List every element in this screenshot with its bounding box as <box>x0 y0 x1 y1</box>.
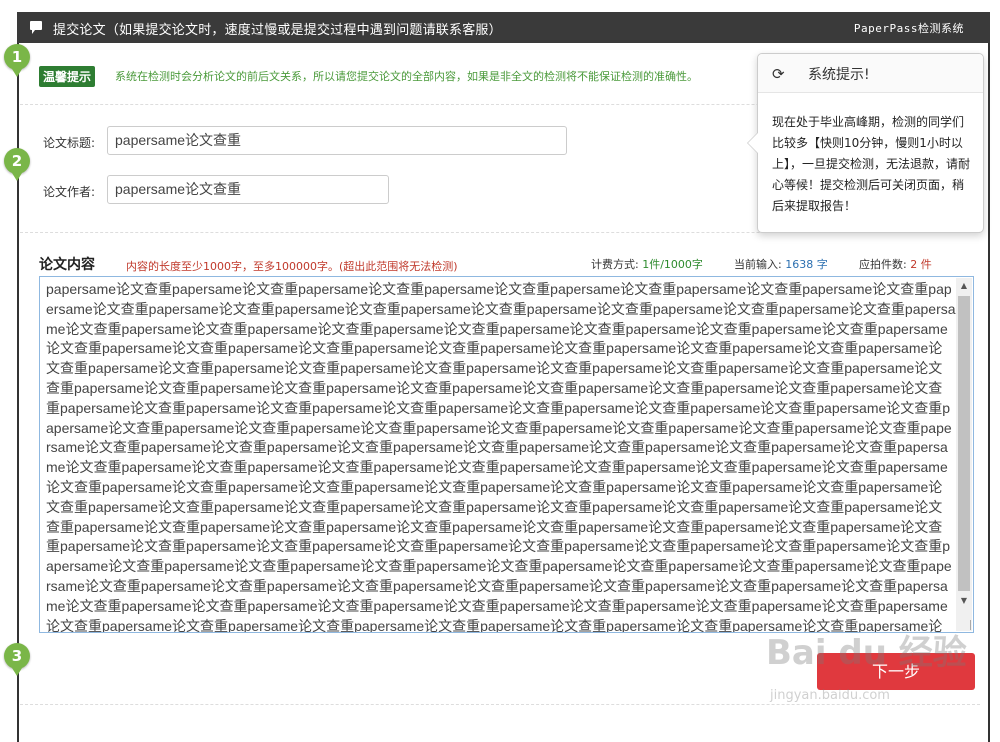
piece-count-stat: 应拍件数: 2 件 <box>859 256 932 272</box>
popover-header: ⟳ 系统提示! <box>758 54 983 93</box>
scroll-thumb[interactable] <box>958 296 970 591</box>
textarea-scrollbar[interactable]: ▲ ▼ <box>956 278 972 631</box>
count-label: 应拍件数: <box>859 258 907 271</box>
author-input[interactable]: papersame论文查重 <box>107 175 389 204</box>
current-input-stat: 当前输入: 1638 字 <box>734 256 828 272</box>
popover-title: 系统提示! <box>808 67 870 83</box>
tip-badge: 温馨提示 <box>39 66 96 87</box>
divider <box>20 704 980 705</box>
content-label: 论文内容 <box>39 257 95 273</box>
tip-text: 系统在检测时会分析论文的前后文关系，所以请您提交论文的全部内容，如果是非全文的检… <box>115 70 698 83</box>
content-length-note: 内容的长度至少1000字，至多100000字。(超出此范围将无法检测) <box>126 260 458 273</box>
current-value: 1638 字 <box>785 258 828 271</box>
billing-value: 1件/1000字 <box>642 258 703 271</box>
popover-arrow <box>747 132 758 154</box>
step-2-badge: 2 <box>4 148 30 181</box>
popover-body: 现在处于毕业高峰期，检测的同学们比较多【快则10分钟，慢则1小时以上】，一旦提交… <box>772 115 971 213</box>
header-title: 提交论文（如果提交论文时，速度过慢或是提交过程中遇到问题请联系客服） <box>53 23 502 38</box>
system-tip-popover: ⟳ 系统提示! 现在处于毕业高峰期，检测的同学们比较多【快则10分钟，慢则1小时… <box>747 53 984 233</box>
count-value: 2 件 <box>910 258 932 271</box>
billing-stat: 计费方式: 1件/1000字 <box>591 256 703 272</box>
current-label: 当前输入: <box>734 258 782 271</box>
page-header: 提交论文（如果提交论文时，速度过慢或是提交过程中遇到问题请联系客服） Paper… <box>17 12 990 43</box>
watermark-url: jingyan.baidu.com <box>770 688 890 703</box>
billing-label: 计费方式: <box>591 258 639 271</box>
author-label: 论文作者: <box>43 185 96 199</box>
content-text: papersame论文查重papersame论文查重papersame论文查重p… <box>46 281 956 633</box>
step-3-badge: 3 <box>4 643 30 676</box>
step-1-badge: 1 <box>4 44 30 77</box>
refresh-icon[interactable]: ⟳ <box>772 65 785 83</box>
message-icon <box>30 21 42 34</box>
watermark-logo: Bai du 经验 <box>766 633 967 673</box>
system-name: PaperPass检测系统 <box>853 22 964 35</box>
title-input[interactable]: papersame论文查重 <box>107 126 567 155</box>
title-label: 论文标题: <box>43 136 96 150</box>
scroll-up-icon[interactable]: ▲ <box>956 278 972 294</box>
scroll-down-icon[interactable]: ▼ <box>956 593 972 609</box>
content-textarea[interactable]: papersame论文查重papersame论文查重papersame论文查重p… <box>39 276 974 633</box>
